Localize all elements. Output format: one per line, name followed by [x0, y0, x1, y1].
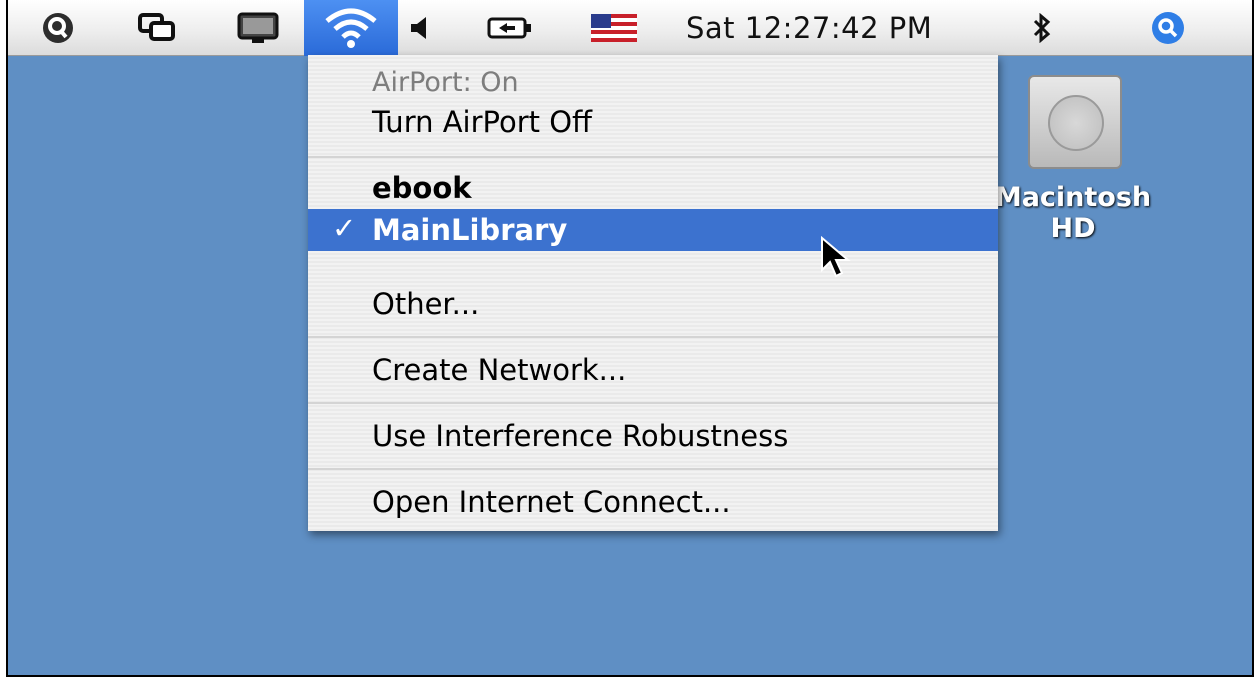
macintosh-hd-icon[interactable]: Macintosh HD: [968, 70, 1178, 244]
hard-drive-icon: [1028, 75, 1122, 169]
network-name: MainLibrary: [372, 213, 568, 247]
display-icon[interactable]: [230, 0, 286, 56]
open-internet-connect-item[interactable]: Open Internet Connect...: [308, 483, 998, 521]
create-network-item[interactable]: Create Network...: [308, 351, 998, 389]
menu-bar: Sat 12:27:42 PM: [8, 0, 1252, 56]
airport-menu: AirPort: On Turn AirPort Off ebook ✓ Mai…: [308, 55, 998, 531]
airport-status-label: AirPort: On: [372, 67, 519, 98]
network-item-ebook[interactable]: ebook: [308, 169, 998, 207]
menu-separator: [308, 156, 998, 158]
mouse-pointer-icon: [821, 236, 851, 278]
interference-robustness-label: Use Interference Robustness: [372, 419, 789, 453]
spotlight-q-icon[interactable]: [34, 0, 82, 56]
bluetooth-icon[interactable]: [1026, 0, 1058, 56]
network-item-mainlibrary[interactable]: ✓ MainLibrary: [308, 209, 998, 251]
display-mirroring-icon[interactable]: [130, 0, 184, 56]
battery-icon[interactable]: [484, 0, 536, 56]
create-network-label: Create Network...: [372, 353, 627, 387]
other-network-label: Other...: [372, 287, 480, 321]
wifi-icon[interactable]: [304, 0, 398, 56]
volume-icon[interactable]: [404, 0, 434, 56]
airport-status-item: AirPort: On: [308, 65, 998, 103]
menu-separator: [308, 402, 998, 404]
drive-label: Macintosh HD: [994, 182, 1152, 244]
menu-separator: [308, 336, 998, 338]
open-internet-connect-label: Open Internet Connect...: [372, 485, 731, 519]
screen: Sat 12:27:42 PM Macintosh HD AirPort: On…: [6, 0, 1254, 677]
network-name: ebook: [372, 171, 472, 205]
checkmark-icon: ✓: [332, 211, 357, 245]
menu-bar-clock[interactable]: Sat 12:27:42 PM: [686, 0, 932, 56]
menu-separator: [308, 468, 998, 470]
turn-airport-off-item[interactable]: Turn AirPort Off: [308, 103, 998, 141]
spotlight-search-icon[interactable]: [1146, 0, 1190, 56]
other-network-item[interactable]: Other...: [308, 285, 998, 323]
interference-robustness-item[interactable]: Use Interference Robustness: [308, 417, 998, 455]
us-flag-icon[interactable]: [588, 0, 640, 56]
turn-airport-off-label: Turn AirPort Off: [372, 105, 593, 139]
